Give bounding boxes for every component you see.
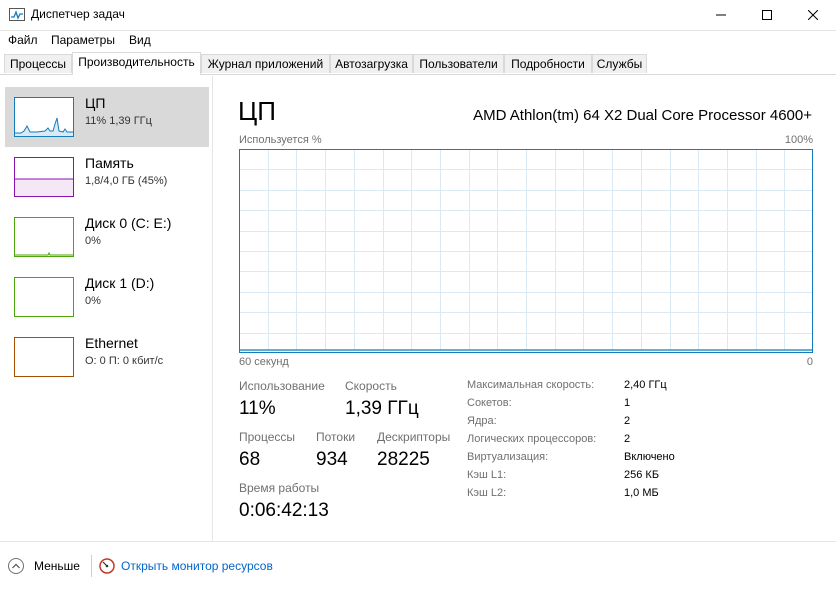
uptime-label: Время работы (239, 481, 320, 495)
open-resource-monitor-link[interactable]: Открыть монитор ресурсов (99, 558, 273, 574)
graph-y-label: Используется % (239, 134, 322, 146)
menu-options[interactable]: Параметры (51, 33, 115, 47)
usage-value: 11% (239, 398, 276, 419)
cpu-usage-graph (239, 149, 813, 353)
memory-thumbnail (14, 157, 74, 197)
tab-strip: Процессы Производительность Журнал прило… (0, 52, 836, 75)
cpu-model-name: AMD Athlon(tm) 64 X2 Dual Core Processor… (473, 107, 812, 124)
page-title: ЦП (238, 96, 276, 126)
sidebar-item-value: 11% 1,39 ГГц (85, 115, 152, 127)
tab-processes[interactable]: Процессы (4, 54, 72, 73)
window-title: Диспетчер задач (31, 7, 125, 21)
graph-x-end-label: 0 (806, 356, 813, 368)
detail-cores-value: 2 (624, 415, 631, 427)
sidebar-item-value: 1,8/4,0 ГБ (45%) (85, 175, 168, 187)
detail-max-speed-label: Максимальная скорость: (467, 379, 595, 391)
cpu-thumbnail-graph (15, 117, 73, 136)
disk1-thumbnail (14, 277, 74, 317)
threads-label: Потоки (316, 430, 356, 444)
minimize-button[interactable] (698, 0, 744, 30)
detail-logical-processors-value: 2 (624, 433, 631, 445)
disk0-thumbnail (14, 217, 74, 257)
task-manager-icon (9, 8, 25, 21)
maximize-icon (762, 10, 772, 20)
sidebar-item-label: Диск 0 (C: E:) (85, 215, 172, 231)
uptime-value: 0:06:42:13 (239, 500, 329, 521)
title-bar: Диспетчер задач (0, 0, 836, 31)
cpu-thumbnail (14, 97, 74, 137)
tab-services[interactable]: Службы (592, 54, 647, 73)
detail-l2-cache-label: Кэш L2: (467, 487, 507, 499)
fewer-details-label: Меньше (34, 559, 80, 573)
chevron-up-icon (12, 563, 20, 569)
detail-l1-cache-label: Кэш L1: (467, 469, 507, 481)
detail-sockets-value: 1 (624, 397, 631, 409)
processes-label: Процессы (239, 430, 296, 444)
detail-virtualization-label: Виртуализация: (467, 451, 549, 463)
footer-divider (91, 555, 92, 577)
processes-value: 68 (239, 449, 261, 470)
detail-l1-cache-value: 256 КБ (624, 469, 660, 481)
graph-x-start-label: 60 секунд (239, 356, 289, 368)
tab-startup[interactable]: Автозагрузка (330, 54, 413, 73)
disk0-thumbnail-graph (15, 251, 73, 256)
sidebar-item-ethernet[interactable]: Ethernet О: 0 П: 0 кбит/с (5, 327, 209, 387)
resource-sidebar: ЦП 11% 1,39 ГГц Память 1,8/4,0 ГБ (45%) … (0, 76, 213, 541)
resource-monitor-icon (99, 558, 115, 574)
close-button[interactable] (790, 0, 836, 30)
menu-file[interactable]: Файл (8, 33, 38, 47)
sidebar-item-value: О: 0 П: 0 кбит/с (85, 355, 164, 367)
threads-value: 934 (316, 449, 348, 470)
detail-cores-label: Ядра: (467, 415, 497, 427)
detail-max-speed-value: 2,40 ГГц (624, 379, 667, 391)
sidebar-item-cpu[interactable]: ЦП 11% 1,39 ГГц (5, 87, 209, 147)
speed-value: 1,39 ГГц (345, 398, 419, 419)
sidebar-item-value: 0% (85, 295, 101, 307)
sidebar-item-disk1[interactable]: Диск 1 (D:) 0% (5, 267, 209, 327)
usage-label: Использование (239, 379, 325, 393)
detail-l2-cache-value: 1,0 МБ (624, 487, 659, 499)
tab-details[interactable]: Подробности (504, 54, 592, 73)
detail-sockets-label: Сокетов: (467, 397, 512, 409)
close-icon (808, 10, 818, 20)
handles-label: Дескрипторы (377, 430, 451, 444)
sidebar-item-memory[interactable]: Память 1,8/4,0 ГБ (45%) (5, 147, 209, 207)
tab-app-history[interactable]: Журнал приложений (201, 54, 330, 73)
open-resource-monitor-label: Открыть монитор ресурсов (121, 559, 273, 573)
sidebar-item-label: Память (85, 155, 134, 171)
handles-value: 28225 (377, 449, 430, 470)
detail-logical-processors-label: Логических процессоров: (467, 433, 597, 445)
menu-bar: Файл Параметры Вид (0, 31, 836, 51)
footer-bar: Меньше Открыть монитор ресурсов (0, 541, 836, 594)
sidebar-item-label: Диск 1 (D:) (85, 275, 155, 291)
minimize-icon (716, 14, 726, 16)
menu-view[interactable]: Вид (129, 33, 151, 47)
sidebar-item-label: ЦП (85, 95, 106, 111)
tab-users[interactable]: Пользователи (413, 54, 504, 73)
maximize-button[interactable] (744, 0, 790, 30)
memory-thumbnail-graph (15, 178, 73, 196)
sidebar-item-label: Ethernet (85, 335, 138, 351)
collapse-circle-icon (8, 558, 24, 574)
sidebar-item-value: 0% (85, 235, 101, 247)
fewer-details-button[interactable]: Меньше (8, 558, 80, 574)
graph-y-max: 100% (784, 134, 813, 146)
sidebar-item-disk0[interactable]: Диск 0 (C: E:) 0% (5, 207, 209, 267)
tab-performance[interactable]: Производительность (72, 52, 201, 75)
detail-virtualization-value: Включено (624, 451, 675, 463)
ethernet-thumbnail (14, 337, 74, 377)
speed-label: Скорость (345, 379, 397, 393)
